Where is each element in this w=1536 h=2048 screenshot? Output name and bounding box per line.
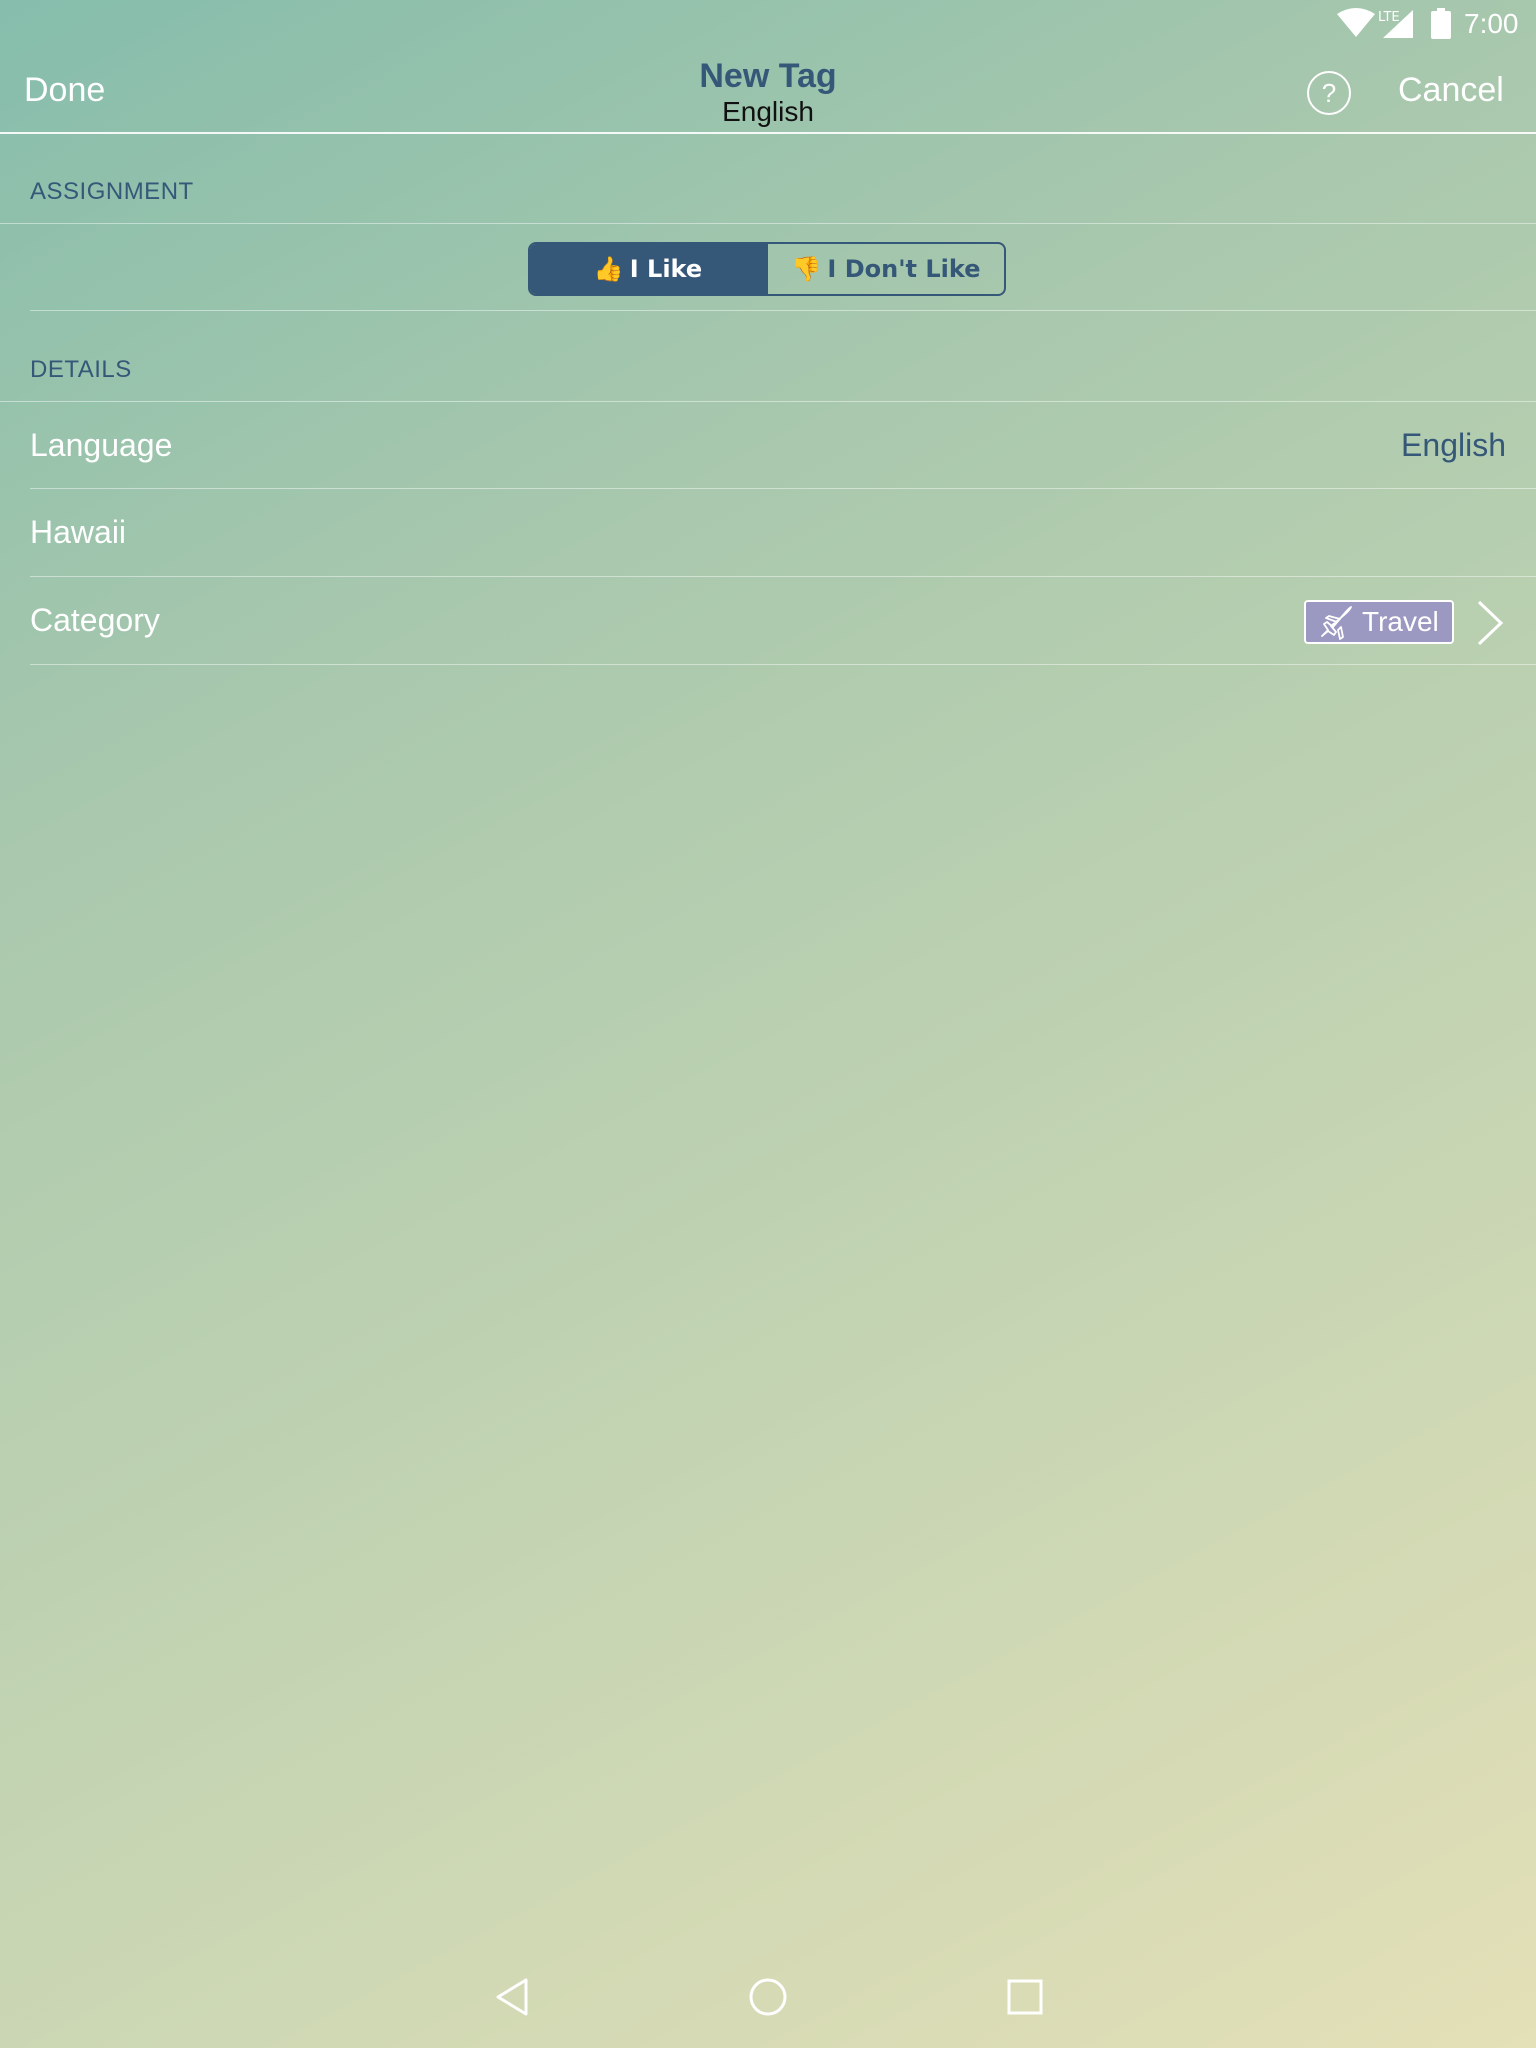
- language-row[interactable]: Language English: [0, 403, 1536, 489]
- chevron-right-icon[interactable]: [1476, 600, 1504, 646]
- tag-name-field[interactable]: Hawaii: [30, 514, 126, 551]
- segment-i-dont-like[interactable]: 👎 I Don't Like: [766, 244, 1004, 294]
- divider: [0, 223, 1536, 224]
- clock: 7:00: [1464, 8, 1519, 39]
- category-value: Travel: [1362, 606, 1439, 637]
- page-subtitle: English: [722, 96, 814, 127]
- segment-label: I Don't Like: [827, 255, 981, 283]
- category-label: Category: [30, 602, 160, 638]
- system-navigation-bar: [0, 1952, 1536, 2048]
- done-button[interactable]: Done: [24, 71, 105, 110]
- language-label: Language: [30, 427, 173, 463]
- divider: [30, 310, 1536, 311]
- signal-icon: [1383, 10, 1413, 38]
- segment-label: I Like: [629, 255, 703, 283]
- wifi-icon: [1337, 8, 1375, 37]
- details-section-header: DETAILS: [30, 356, 132, 383]
- like-segmented-control[interactable]: 👍 I Like 👎 I Don't Like: [528, 242, 1006, 296]
- thumbs-down-icon: 👎: [791, 255, 822, 283]
- home-icon[interactable]: [747, 1976, 789, 2018]
- language-value: English: [1401, 427, 1506, 463]
- tag-name-row[interactable]: Hawaii: [0, 490, 1536, 576]
- divider: [30, 488, 1536, 489]
- status-bar: LTE 7:00: [0, 0, 1536, 50]
- help-icon[interactable]: ?: [1307, 71, 1351, 115]
- cancel-button[interactable]: Cancel: [1398, 71, 1504, 110]
- page-title: New Tag: [699, 57, 837, 95]
- thumbs-up-icon: 👍: [593, 255, 624, 283]
- title-block: New Tag English: [0, 56, 1536, 128]
- airplane-icon: [1321, 606, 1352, 640]
- battery-icon: [1431, 8, 1451, 39]
- navigation-bar: Done New Tag English ? Cancel: [0, 50, 1536, 134]
- category-row[interactable]: Category Travel: [0, 578, 1536, 664]
- recents-icon[interactable]: [1004, 1976, 1046, 2018]
- category-badge[interactable]: Travel: [1304, 600, 1454, 644]
- divider: [0, 401, 1536, 402]
- divider: [30, 664, 1536, 665]
- assignment-section-header: ASSIGNMENT: [30, 178, 194, 205]
- divider: [30, 576, 1536, 577]
- segment-i-like[interactable]: 👍 I Like: [530, 244, 766, 294]
- back-icon[interactable]: [492, 1976, 534, 2018]
